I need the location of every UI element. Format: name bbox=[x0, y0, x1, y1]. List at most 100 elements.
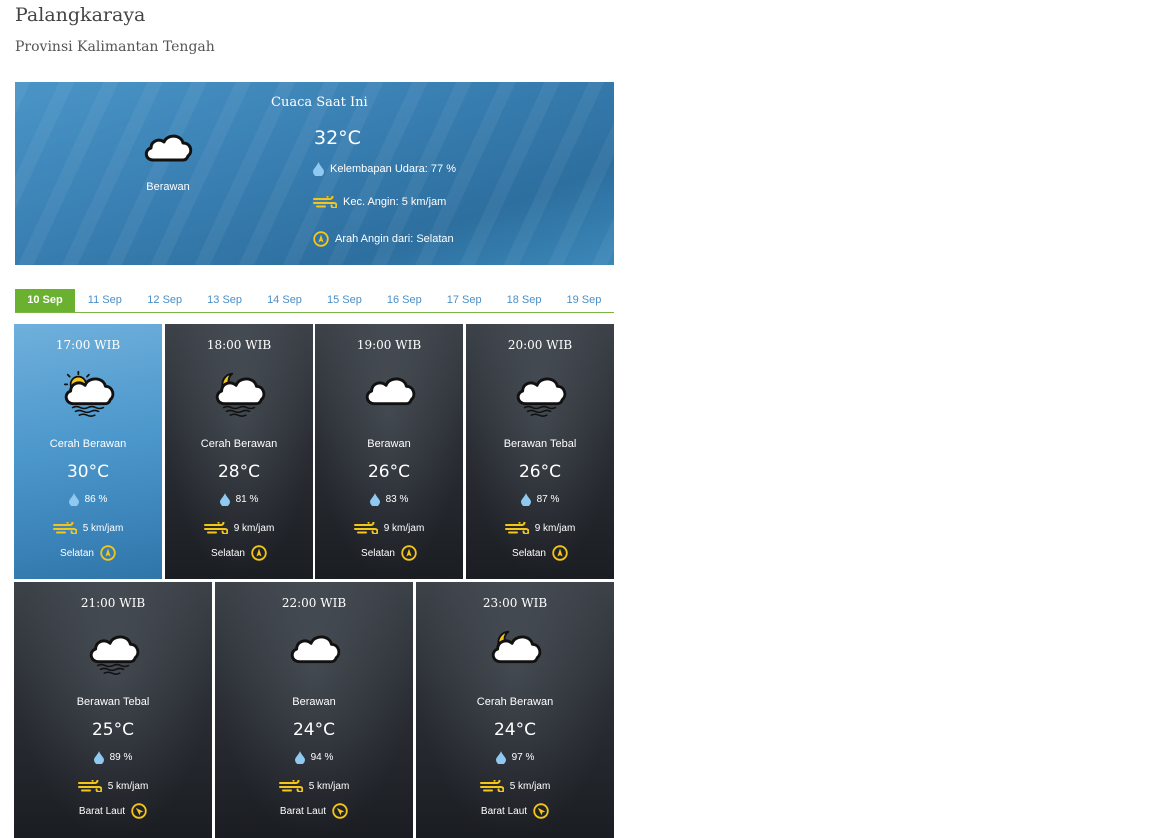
forecast-wind-direction: Barat Laut bbox=[480, 805, 528, 817]
tab-16-sep[interactable]: 16 Sep bbox=[374, 289, 434, 312]
tab-13-sep[interactable]: 13 Sep bbox=[195, 289, 255, 312]
water-drop-icon bbox=[520, 493, 531, 506]
wind-icon bbox=[479, 780, 504, 792]
water-drop-icon bbox=[93, 751, 104, 764]
forecast-time: 17:00 WIB bbox=[55, 338, 121, 352]
moon-cloud-icon bbox=[491, 630, 542, 664]
tab-15-sep[interactable]: 15 Sep bbox=[314, 289, 374, 312]
forecast-humidity: 97 % bbox=[511, 752, 535, 763]
forecast-humidity: 81 % bbox=[235, 494, 259, 505]
forecast-wind-speed: 5 km/jam bbox=[107, 780, 149, 792]
tab-19-sep[interactable]: 19 Sep bbox=[554, 289, 614, 312]
compass-arrow-icon bbox=[131, 803, 147, 819]
compass-arrow-icon bbox=[251, 545, 267, 561]
forecast-wind-direction: Barat Laut bbox=[78, 805, 126, 817]
current-weather-title: Cuaca Saat Ini bbox=[271, 95, 368, 110]
compass-arrow-icon bbox=[401, 545, 417, 561]
compass-arrow-icon bbox=[332, 803, 348, 819]
forecast-time: 23:00 WIB bbox=[482, 596, 548, 610]
current-wind-speed: Kec. Angin: 5 km/jam bbox=[343, 196, 447, 208]
forecast-condition: Berawan bbox=[367, 438, 411, 450]
cloud-icon bbox=[290, 635, 341, 664]
wind-icon bbox=[353, 522, 378, 534]
forecast-humidity: 89 % bbox=[109, 752, 133, 763]
forecast-direction-row: Selatan bbox=[466, 545, 614, 561]
sun-cloud-fog-icon bbox=[63, 370, 115, 417]
forecast-temperature: 24°C bbox=[493, 720, 536, 740]
forecast-temperature: 24°C bbox=[292, 720, 335, 740]
forecast-humidity-row: 81 % bbox=[165, 493, 313, 506]
current-wind-row: Kec. Angin: 5 km/jam bbox=[313, 196, 446, 208]
forecast-wind-direction: Selatan bbox=[361, 547, 395, 559]
moon-cloud-fog-icon bbox=[215, 372, 266, 417]
forecast-humidity: 87 % bbox=[536, 494, 560, 505]
forecast-humidity: 86 % bbox=[84, 494, 108, 505]
forecast-condition: Berawan Tebal bbox=[76, 696, 150, 708]
forecast-wind-row: 5 km/jam bbox=[215, 780, 413, 792]
current-humidity: Kelembapan Udara: 77 % bbox=[330, 163, 456, 175]
forecast-card: 23:00 WIB Cerah Berawan 24°C 97 % 5 km/jam Ba… bbox=[416, 582, 614, 838]
forecast-wind-row: 5 km/jam bbox=[14, 522, 162, 534]
wind-icon bbox=[504, 522, 529, 534]
water-drop-icon bbox=[495, 751, 506, 764]
forecast-direction-row: Barat Laut bbox=[14, 803, 212, 819]
forecast-temperature: 28°C bbox=[217, 462, 260, 482]
forecast-wind-row: 9 km/jam bbox=[466, 522, 614, 534]
wind-icon bbox=[203, 522, 228, 534]
forecast-wind-direction: Selatan bbox=[512, 547, 546, 559]
tab-11-sep[interactable]: 11 Sep bbox=[75, 289, 135, 312]
forecast-temperature: 26°C bbox=[518, 462, 561, 482]
compass-arrow-icon bbox=[533, 803, 549, 819]
current-weather-panel: Cuaca Saat Ini Berawan 32°C Kelembapan U… bbox=[15, 82, 614, 265]
forecast-humidity-row: 97 % bbox=[416, 751, 614, 764]
wind-icon bbox=[77, 780, 102, 792]
province-name: Provinsi Kalimantan Tengah bbox=[15, 39, 215, 55]
forecast-humidity-row: 94 % bbox=[215, 751, 413, 764]
forecast-card: 20:00 WIB Berawan Tebal 26°C 87 % 9 km/jam Se… bbox=[466, 324, 614, 579]
forecast-card: 21:00 WIB Berawan Tebal 25°C 89 % 5 km/jam Ba… bbox=[14, 582, 212, 838]
current-wind-direction-row: Arah Angin dari: Selatan bbox=[313, 231, 454, 247]
cloud-icon bbox=[365, 377, 416, 406]
forecast-card: 22:00 WIB Berawan 24°C 94 % 5 km/jam Barat La… bbox=[215, 582, 413, 838]
water-drop-icon bbox=[313, 162, 324, 176]
forecast-card: 19:00 WIB Berawan 26°C 83 % 9 km/jam Selatan bbox=[315, 324, 463, 579]
forecast-condition: Berawan bbox=[292, 696, 336, 708]
forecast-humidity: 83 % bbox=[385, 494, 409, 505]
forecast-wind-row: 9 km/jam bbox=[315, 522, 463, 534]
forecast-wind-speed: 5 km/jam bbox=[308, 780, 350, 792]
water-drop-icon bbox=[68, 493, 79, 506]
forecast-card: 17:00 WIB Cerah Berawan 30°C 86 % 5 km/jam Se… bbox=[14, 324, 162, 579]
forecast-temperature: 26°C bbox=[367, 462, 410, 482]
compass-arrow-icon bbox=[552, 545, 568, 561]
forecast-temperature: 30°C bbox=[66, 462, 109, 482]
forecast-wind-speed: 9 km/jam bbox=[534, 522, 576, 534]
water-drop-icon bbox=[219, 493, 230, 506]
cloud-fog-icon bbox=[516, 377, 567, 417]
forecast-time: 20:00 WIB bbox=[507, 338, 573, 352]
forecast-temperature: 25°C bbox=[91, 720, 134, 740]
forecast-wind-direction: Barat Laut bbox=[279, 805, 327, 817]
current-condition: Berawan bbox=[146, 181, 190, 193]
date-tabs: 10 Sep 11 Sep 12 Sep 13 Sep 14 Sep 15 Se… bbox=[15, 289, 614, 313]
forecast-wind-row: 5 km/jam bbox=[14, 780, 212, 792]
tab-10-sep[interactable]: 10 Sep bbox=[15, 289, 75, 312]
forecast-time: 22:00 WIB bbox=[281, 596, 347, 610]
current-humidity-row: Kelembapan Udara: 77 % bbox=[313, 162, 456, 176]
wind-icon bbox=[52, 522, 77, 534]
current-wind-direction: Arah Angin dari: Selatan bbox=[335, 233, 454, 245]
forecast-wind-row: 9 km/jam bbox=[165, 522, 313, 534]
forecast-humidity-row: 86 % bbox=[14, 493, 162, 506]
wind-icon bbox=[313, 196, 337, 208]
forecast-wind-direction: Selatan bbox=[211, 547, 245, 559]
current-temperature: 32°C bbox=[314, 127, 361, 149]
tab-17-sep[interactable]: 17 Sep bbox=[434, 289, 494, 312]
water-drop-icon bbox=[294, 751, 305, 764]
compass-arrow-icon bbox=[313, 231, 329, 247]
tab-12-sep[interactable]: 12 Sep bbox=[135, 289, 195, 312]
forecast-condition: Berawan Tebal bbox=[503, 438, 577, 450]
forecast-condition: Cerah Berawan bbox=[49, 438, 127, 450]
forecast-humidity-row: 87 % bbox=[466, 493, 614, 506]
tab-14-sep[interactable]: 14 Sep bbox=[255, 289, 315, 312]
forecast-card: 18:00 WIB Cerah Berawan 28°C 81 % 9 km/jam Se… bbox=[165, 324, 313, 579]
tab-18-sep[interactable]: 18 Sep bbox=[494, 289, 554, 312]
